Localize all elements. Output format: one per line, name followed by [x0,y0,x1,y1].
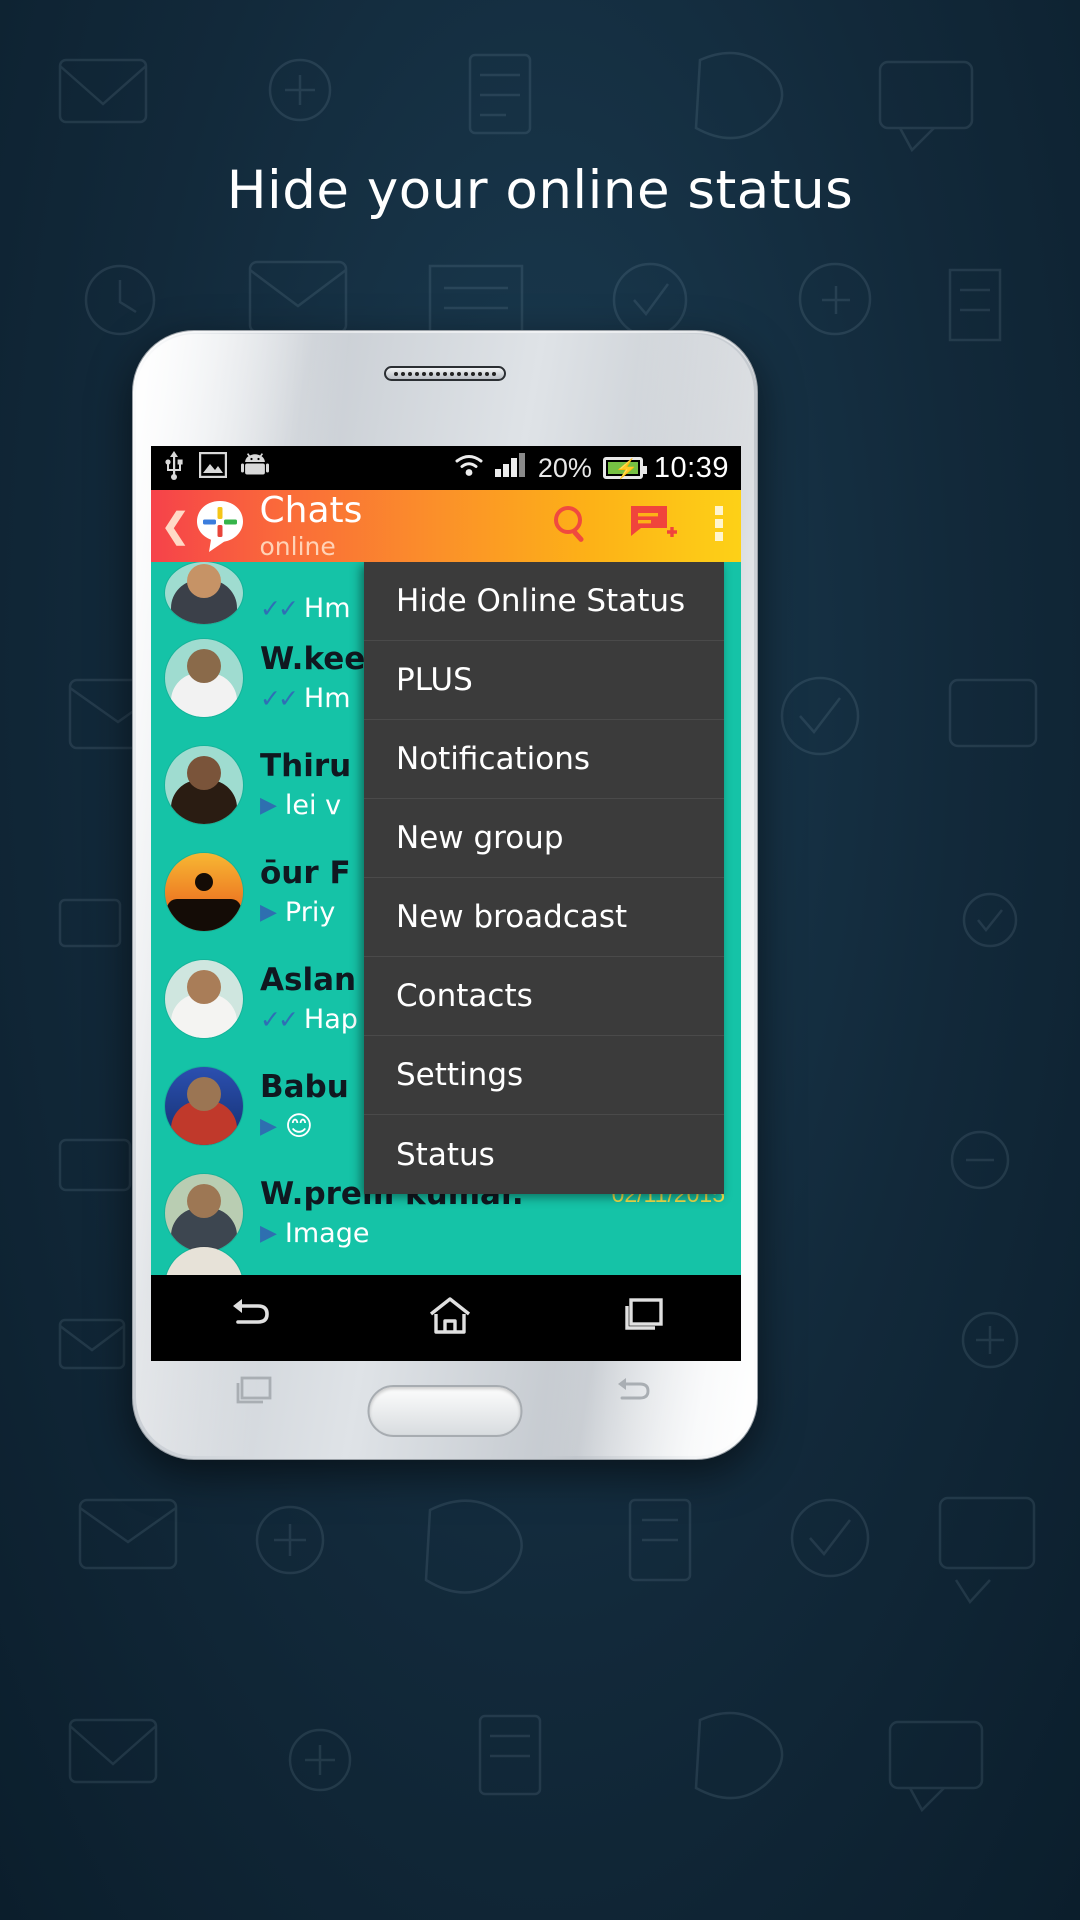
search-icon[interactable] [551,503,593,550]
emoji-icon: 😊 [284,1111,314,1142]
read-ticks-icon: ✓✓ [260,684,299,713]
page-title: Hide your online status [226,160,854,221]
table-row[interactable] [151,1247,741,1275]
battery-percent-label: 20% [537,452,592,483]
image-icon [198,451,228,485]
menu-item-plus[interactable]: PLUS [364,641,724,720]
app-title-block: Chats online [259,490,363,561]
overflow-menu-icon[interactable] [713,504,725,549]
menu-item-status[interactable]: Status [364,1115,724,1194]
avatar[interactable] [165,959,243,1038]
play-icon: ▶ [260,1221,277,1246]
overflow-dropdown-menu[interactable]: Hide Online Status PLUS Notifications Ne… [364,562,724,1194]
menu-item-contacts[interactable]: Contacts [364,957,724,1036]
play-icon: ▶ [260,900,277,925]
nav-home-icon[interactable] [427,1295,473,1342]
nav-recents-icon[interactable] [622,1296,666,1341]
nav-back-icon[interactable] [226,1296,278,1341]
home-button[interactable] [367,1385,523,1437]
chat-preview: ▶ Image [260,1218,370,1249]
earpiece-speaker [384,366,506,381]
read-ticks-icon: ✓✓ [260,594,299,623]
avatar[interactable] [165,1066,243,1145]
app-bar-title: Chats [259,490,363,531]
avatar[interactable] [165,745,243,824]
soft-back-icon[interactable] [611,1375,657,1417]
battery-charging-icon: ⚡ [602,457,647,480]
back-chevron-icon[interactable]: ❮ [161,506,190,546]
navigation-bar [151,1275,741,1361]
new-message-icon[interactable] [629,502,677,551]
status-bar: 20% ⚡ 10:39 [151,446,741,490]
app-logo-icon[interactable] [192,498,248,554]
menu-item-settings[interactable]: Settings [364,1036,724,1115]
soft-recent-icon[interactable] [233,1375,277,1417]
usb-icon [163,450,185,487]
avatar[interactable] [165,562,243,624]
avatar[interactable] [165,1173,243,1252]
play-icon: ▶ [260,1114,277,1139]
app-bar-actions [551,502,731,551]
chat-list[interactable]: ✓✓ Hm W.kee ✓✓ Hm Thiru ▶ lei v ōur F ▶ … [151,562,741,1275]
menu-item-new-group[interactable]: New group [364,799,724,878]
app-bar: ❮ Chats online [151,490,741,562]
menu-item-new-broadcast[interactable]: New broadcast [364,878,724,957]
app-bar-subtitle: online [259,532,336,561]
play-icon: ▶ [260,793,277,818]
android-icon [241,451,269,486]
read-ticks-icon: ✓✓ [260,1005,299,1034]
avatar[interactable] [165,852,243,931]
phone-mockup: 20% ⚡ 10:39 ❮ Chats online ✓✓ Hm W.kee ✓… [132,330,758,1460]
menu-item-notifications[interactable]: Notifications [364,720,724,799]
avatar[interactable] [165,638,243,717]
wifi-icon [454,453,484,484]
status-clock: 10:39 [653,451,729,484]
phone-screen: 20% ⚡ 10:39 ❮ Chats online ✓✓ Hm W.kee ✓… [151,446,741,1361]
menu-item-hide-online-status[interactable]: Hide Online Status [364,562,724,641]
signal-icon [494,452,527,484]
